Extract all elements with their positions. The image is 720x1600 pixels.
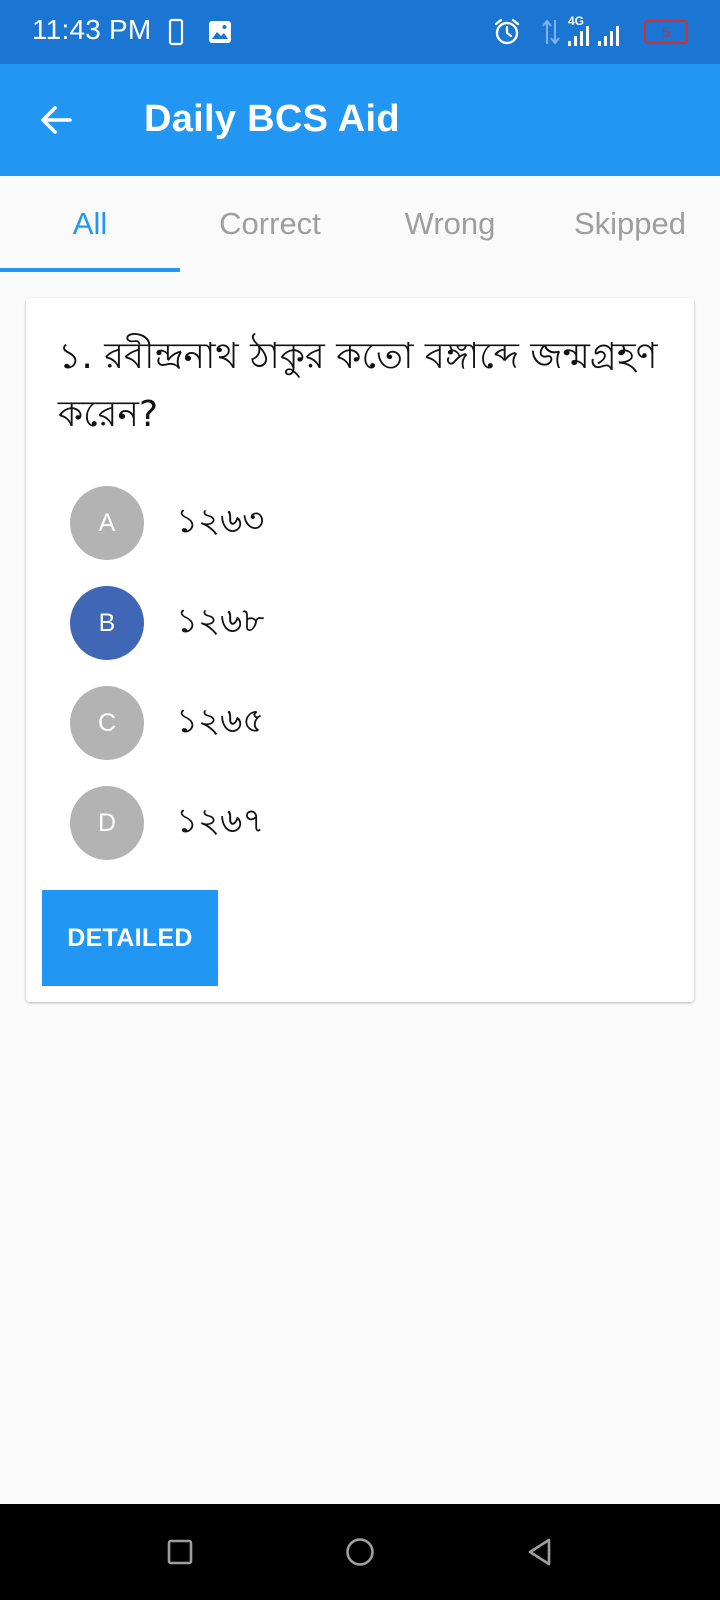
option-c[interactable]: C ১২৬৫ [70,686,650,760]
option-a[interactable]: A ১২৬৩ [70,486,650,560]
option-a-letter: A [70,486,144,560]
option-d[interactable]: D ১২৬৭ [70,786,650,860]
home-button[interactable] [332,1524,388,1580]
filter-tabs: All Correct Wrong Skipped [0,176,720,272]
battery-level: 5 [661,23,671,41]
tab-correct[interactable]: Correct [180,176,360,272]
data-arrows-icon [542,19,560,45]
signal-icon [568,26,619,46]
option-d-text: ১২৬৭ [176,800,265,841]
option-b-text: ১২৬৮ [176,600,265,641]
option-c-letter: C [70,686,144,760]
back-button[interactable] [28,92,84,148]
alarm-icon [494,18,520,45]
tab-all[interactable]: All [0,176,180,272]
back-icon [528,1538,551,1566]
tab-wrong[interactable]: Wrong [360,176,540,272]
status-bar: 11:43 PM 4G 5 [0,0,720,64]
app-bar: Daily BCS Aid [0,64,720,176]
phone-icon [168,18,184,46]
option-a-text: ১২৬৩ [176,500,265,541]
question-text: ১. রবীন্দ্রনাথ ঠাকুর কতো বঙ্গাব্দে জন্মগ… [58,336,658,435]
tab-indicator [0,268,180,272]
nav-back-button[interactable] [512,1524,568,1580]
option-b[interactable]: B ১২৬৮ [70,586,650,660]
option-c-text: ১২৬৫ [176,700,265,741]
recents-button[interactable] [152,1524,208,1580]
system-nav-bar [0,1504,720,1600]
tab-skipped[interactable]: Skipped [540,176,720,272]
battery-icon: 5 [644,20,688,44]
home-icon [346,1538,374,1566]
status-time: 11:43 PM [32,14,152,45]
arrow-left-icon [41,106,72,134]
recents-icon [167,1539,193,1565]
option-d-letter: D [70,786,144,860]
app-title: Daily BCS Aid [144,98,400,140]
option-b-letter: B [70,586,144,660]
image-icon [209,21,231,43]
detailed-button[interactable]: DETAILED [42,890,218,986]
question-card: ১. রবীন্দ্রনাথ ঠাকুর কতো বঙ্গাব্দে জন্মগ… [26,298,694,1002]
